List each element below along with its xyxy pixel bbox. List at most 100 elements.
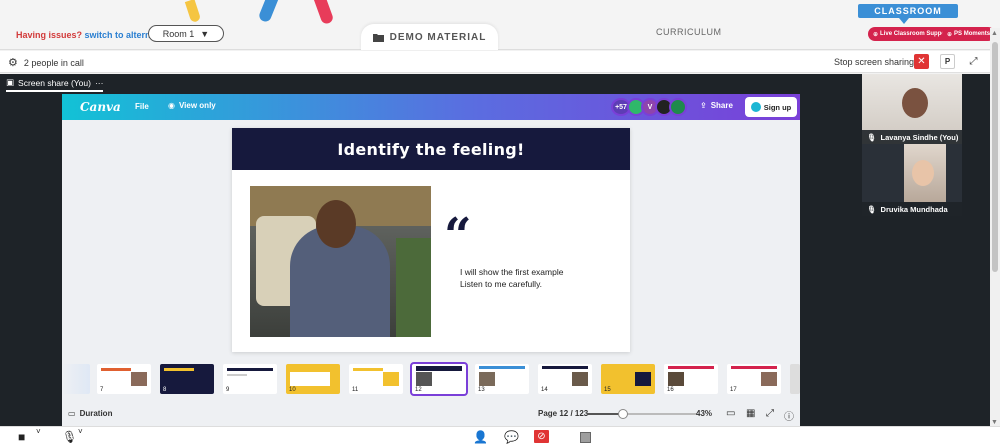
sign-up-button[interactable]: Sign up [745,97,797,117]
close-icon: ✕ [917,56,926,67]
slide-thumbnail[interactable]: 8 [160,364,214,394]
slide-thumbnail[interactable] [790,364,800,394]
page-indicator: Page 12 / 123 [538,409,589,418]
canva-logo[interactable]: Canva [80,100,121,114]
participant-name: Lavanya Sindhe (You) [880,132,959,142]
room-select[interactable]: Room 1 ▼ [148,25,224,42]
participants-icon[interactable]: 👤 [473,430,488,444]
scrollbar-thumb[interactable] [992,42,998,272]
participant-name: Druvika Mundhada [880,204,948,214]
file-menu[interactable]: File [135,102,149,111]
duration-button[interactable]: ▭ Duration [68,409,112,418]
stop-recording-button[interactable] [580,432,591,443]
current-slide: Identify the feeling! “ I will show the … [232,128,630,352]
curriculum-tab[interactable]: CURRICULUM [656,27,722,37]
scroll-down-icon[interactable]: ▼ [991,419,998,426]
view-only-label: View only [178,101,216,110]
duration-label: Duration [79,409,113,418]
people-count: ⚙ 2 people in call [8,56,84,69]
page-scrollbar[interactable]: ▲ ▼ [990,28,1000,428]
stop-share-close-button[interactable]: ✕ [914,54,929,69]
slide-thumbnail[interactable]: 16 [664,364,718,394]
canva-toolbar: Canva File ◉ View only +57 V ⇪ Share Sig… [62,94,800,120]
stop-screen-sharing-label[interactable]: Stop screen sharing [834,57,914,67]
logo-decoration [313,0,335,26]
screen-share-off-icon: ⊘ [537,431,546,442]
canva-c-icon [750,102,761,112]
zoom-slider-handle[interactable] [618,409,628,419]
classroom-tab[interactable]: CLASSROOM [858,4,958,18]
camera-icon[interactable]: ■ [18,430,25,444]
timer-icon: ▭ [68,409,76,418]
ps-moments-label: PS Moments [954,31,991,37]
demo-material-label: DEMO MATERIAL [389,31,487,43]
screen-icon: ▣ [6,77,15,87]
scroll-up-icon[interactable]: ▲ [991,30,998,37]
microphone-icon: 🎙 [867,132,877,142]
logo-decoration [257,0,279,24]
participant-label: 🎙 Druvika Mundhada [862,202,962,216]
view-only-button[interactable]: ◉ View only [168,101,216,110]
slide-text-line: I will show the first example [460,267,564,277]
slide-title: Identify the feeling! [232,128,630,170]
plus-circle-icon: ⊕ [873,31,879,38]
expand-icon: ⤢ [969,56,978,67]
issues-question: Having issues? [16,30,83,40]
demo-material-tab[interactable]: DEMO MATERIAL [361,24,498,50]
participant-video [904,144,946,202]
participant-video [902,88,928,118]
sign-up-label: Sign up [763,102,792,112]
grid-view-icon[interactable]: ▦ [746,408,755,419]
slide-thumbnail[interactable]: 10 [286,364,340,394]
share-button[interactable]: ⇪ Share [700,101,733,110]
slide-image [250,186,431,337]
gear-icon[interactable]: ⚙ [8,56,18,69]
avatar [669,98,687,116]
participant-tile[interactable]: 🎙 Druvika Mundhada [862,144,962,216]
chat-icon[interactable]: 💬 [504,430,519,444]
quote-mark-icon: “ [444,208,472,264]
zoom-slider[interactable] [587,409,697,419]
logo-decoration [184,0,202,24]
slide-thumbnail-selected[interactable]: 12 [410,362,468,396]
more-options-icon[interactable]: ··· [95,78,104,88]
slide-thumbnail[interactable]: 13 [475,364,529,394]
slide-thumbnail[interactable]: 15 [601,364,655,394]
slide-thumbnail[interactable]: 17 [727,364,781,394]
call-bar: ⚙ 2 people in call Stop screen sharing ✕… [0,51,990,73]
people-count-text: 2 people in call [23,57,84,68]
slide-thumbnail[interactable]: 11 [349,364,403,394]
ps-moments-button[interactable]: ⊕ PS Moments [942,27,996,41]
slide-thumbnail[interactable]: 9 [223,364,277,394]
slide-text-line: Listen to me carefully. [460,279,543,289]
fullscreen-button[interactable]: ⤢ [966,54,981,69]
share-label: Share [710,101,733,110]
screen-share-tab[interactable]: ▣ Screen share (You) ··· [6,76,104,92]
collaborator-avatars[interactable]: +57 V [611,98,687,116]
slide-thumbnails: 7 8 9 10 11 12 13 14 15 16 17 [62,362,800,396]
eye-icon: ◉ [168,101,175,110]
pin-button[interactable]: P [940,54,955,69]
microphone-icon[interactable]: 🎙 [62,430,77,444]
slide-body-text: I will show the first example Listen to … [460,266,563,290]
screen-share-tab-label: Screen share (You) [18,77,91,88]
top-bar: Having issues? switch to alternate room … [0,0,1000,50]
stop-share-screen-button[interactable]: ⊘ [534,430,549,443]
plus-circle-icon: ⊕ [947,31,953,38]
participant-label: 🎙 Lavanya Sindhe (You) [862,130,962,144]
chevron-down-icon[interactable]: ˅ [36,427,41,436]
call-controls: ■ ˅ 🎙 ˅ 👤 💬 ⊘ [0,426,1000,448]
chevron-down-icon: ▼ [200,28,210,39]
chevron-down-icon[interactable]: ˅ [78,427,83,436]
fullscreen-icon[interactable]: ⤢ [766,408,774,419]
help-icon[interactable]: ⓘ [784,408,794,423]
classroom-tab-pointer [899,18,909,24]
slide-thumbnail[interactable] [62,364,90,394]
canva-footer: ▭ Duration Page 12 / 123 43% ▭ ▦ ⤢ ⓘ [62,405,800,423]
upload-icon: ⇪ [700,101,707,110]
slide-thumbnail[interactable]: 14 [538,364,592,394]
participant-tile[interactable]: 🎙 Lavanya Sindhe (You) [862,74,962,144]
slide-thumbnail[interactable]: 7 [97,364,151,394]
notes-icon[interactable]: ▭ [726,408,735,419]
shared-screen-canva[interactable]: Canva File ◉ View only +57 V ⇪ Share Sig… [62,94,800,426]
